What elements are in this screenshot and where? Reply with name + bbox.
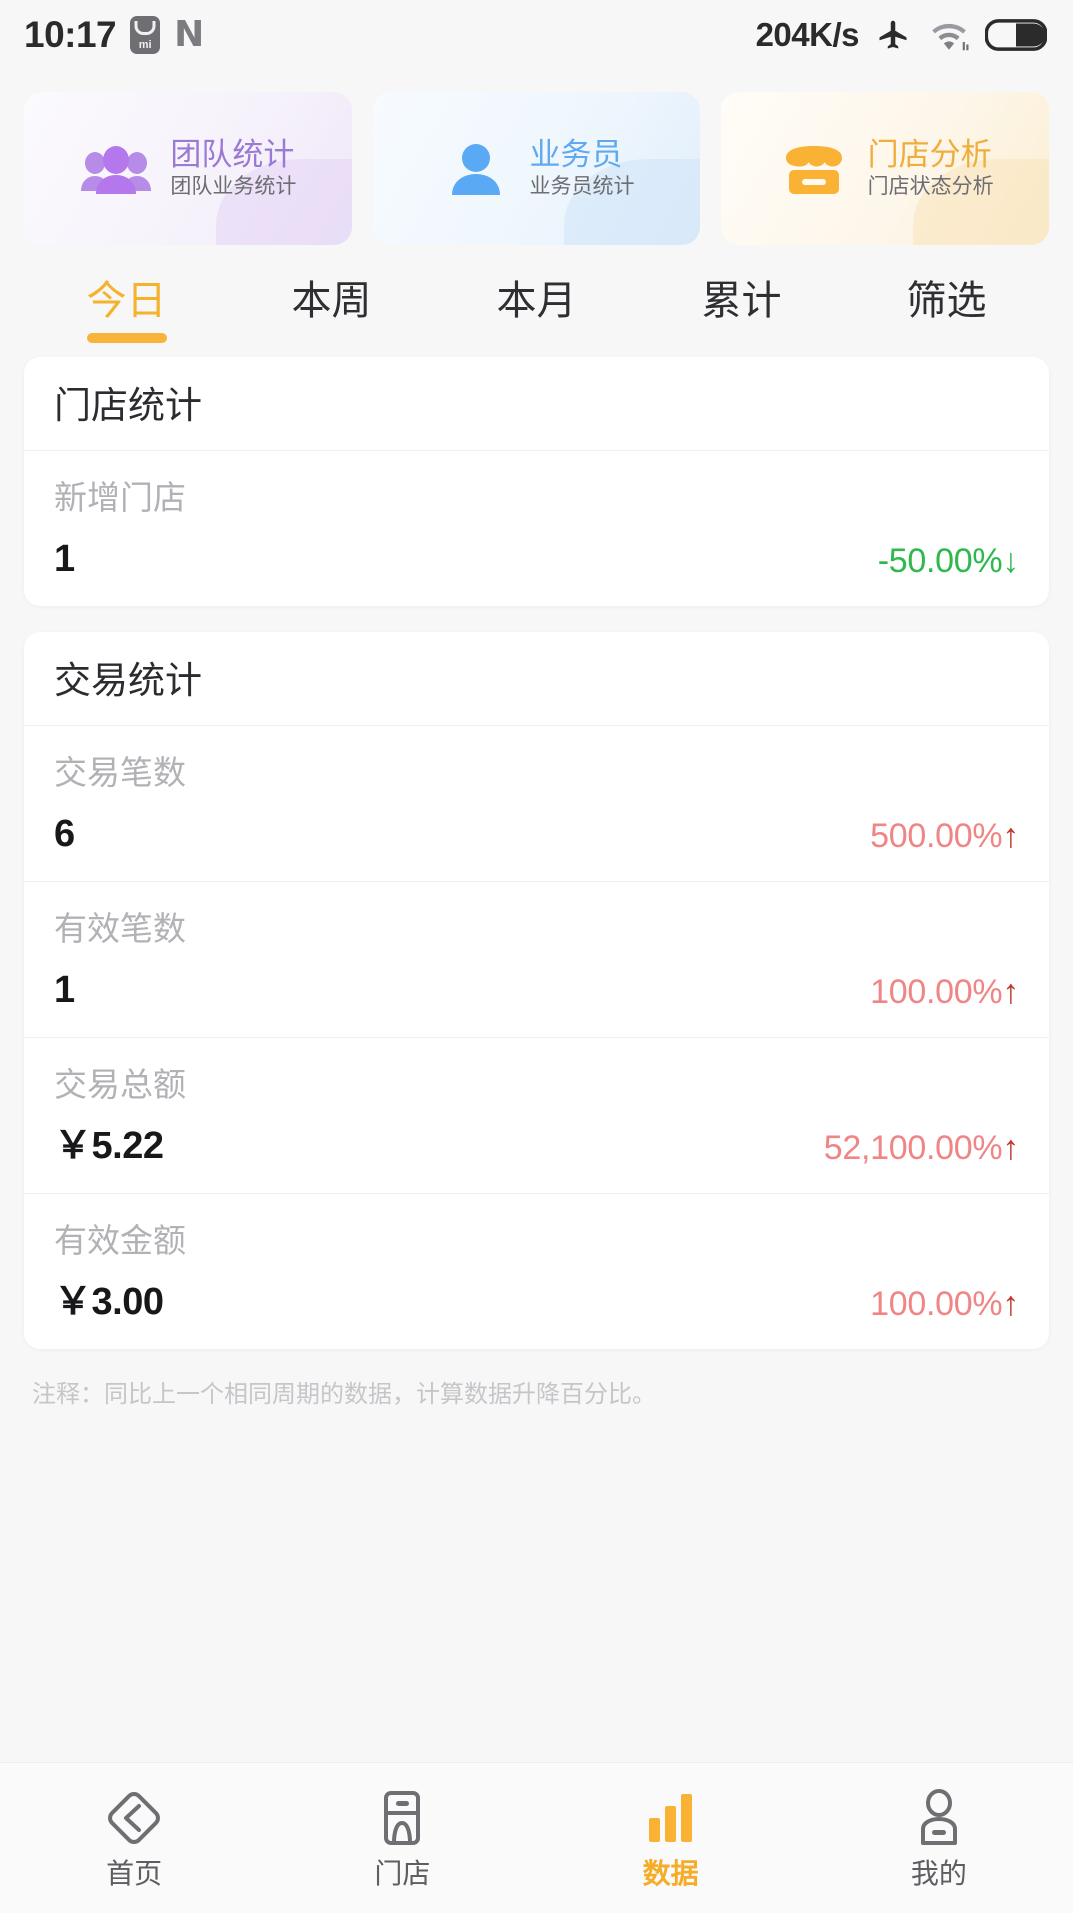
metric-value-row: ￥3.00 100.00%↑ (54, 1283, 1019, 1321)
metric-value: 1 (54, 969, 75, 1011)
metric-delta-text: -50.00% (877, 542, 1003, 580)
tab-filter[interactable]: 筛选 (844, 245, 1049, 357)
tab-label: 累计 (701, 279, 782, 323)
bar-chart-icon (639, 1788, 703, 1848)
metric-delta-text: 52,100.00% (823, 1129, 1003, 1167)
tab-label: 本月 (496, 279, 577, 323)
nav-item-profile[interactable]: 我的 (805, 1763, 1073, 1913)
metric-delta-text: 100.00% (870, 1285, 1003, 1323)
shortcut-title: 团队统计 (170, 137, 295, 173)
period-tab-bar: 今日 本周 本月 累计 筛选 (0, 245, 1073, 357)
airplane-mode-icon (873, 17, 913, 53)
shortcut-subtitle: 团队业务统计 (170, 174, 297, 198)
trend-up-arrow-icon: ↑ (1002, 973, 1019, 1011)
person-icon (439, 137, 513, 201)
metric-value-row: 1 -50.00%↓ (54, 540, 1019, 578)
metric-row-transaction-count[interactable]: 交易笔数 6 500.00%↑ (24, 726, 1049, 882)
trend-down-arrow-icon: ↓ (1002, 542, 1019, 580)
shortcut-card-text: 门店分析 门店状态分析 (868, 139, 994, 198)
bottom-navigation-bar: 首页 门店 数据 我的 (0, 1762, 1073, 1913)
tab-cumulative[interactable]: 累计 (639, 245, 844, 357)
card-header: 交易统计 (24, 632, 1049, 726)
tab-this-month[interactable]: 本月 (434, 245, 639, 357)
metric-delta-text: 500.00% (870, 817, 1003, 855)
shortcut-card-text: 团队统计 团队业务统计 (170, 139, 296, 198)
nfc-n-icon: N (174, 14, 205, 55)
card-title: 交易统计 (54, 660, 202, 701)
tab-label: 本周 (291, 279, 372, 323)
status-bar: 10:17 mi N 204K/s (0, 0, 1073, 70)
metric-delta: 100.00%↑ (870, 1287, 1019, 1321)
card-title: 门店统计 (54, 385, 202, 426)
metric-value-row: 1 100.00%↑ (54, 971, 1019, 1009)
metric-row-new-stores[interactable]: 新增门店 1 -50.00%↓ (24, 451, 1049, 606)
metric-row-valid-amount[interactable]: 有效金额 ￥3.00 100.00%↑ (24, 1194, 1049, 1349)
store-statistics-card: 门店统计 新增门店 1 -50.00%↓ (24, 357, 1049, 606)
footnote-text: 注释：同比上一个相同周期的数据，计算数据升降百分比。 (32, 1381, 656, 1408)
metric-value: 6 (54, 813, 75, 855)
status-bar-left: 10:17 mi N (24, 14, 204, 56)
metric-value-row: 6 500.00%↑ (54, 815, 1019, 853)
metric-value: ￥3.00 (54, 1281, 164, 1323)
nav-label: 门店 (374, 1858, 431, 1889)
metric-value-row: ￥5.22 52,100.00%↑ (54, 1127, 1019, 1165)
nav-label: 数据 (642, 1858, 699, 1889)
metric-value: ￥5.22 (54, 1125, 164, 1167)
metric-value: 1 (54, 538, 75, 580)
shortcut-title: 业务员 (529, 137, 623, 173)
nav-label: 首页 (106, 1858, 163, 1889)
nav-item-home[interactable]: 首页 (0, 1763, 268, 1913)
status-bar-right: 204K/s (756, 16, 1047, 54)
metric-row-total-amount[interactable]: 交易总额 ￥5.22 52,100.00%↑ (24, 1038, 1049, 1194)
transaction-statistics-card: 交易统计 交易笔数 6 500.00%↑ 有效笔数 1 100.00%↑ 交易总… (24, 632, 1049, 1349)
group-people-icon (79, 137, 153, 201)
shortcut-subtitle: 业务员统计 (529, 174, 635, 198)
home-diamond-icon (102, 1788, 166, 1848)
profile-icon (907, 1788, 971, 1848)
metric-label: 新增门店 (54, 479, 186, 516)
mi-badge-text: mi (138, 39, 152, 51)
store-icon (370, 1788, 434, 1848)
tab-label: 筛选 (906, 279, 987, 323)
metric-delta: 100.00%↑ (870, 975, 1019, 1009)
trend-up-arrow-icon: ↑ (1002, 1129, 1019, 1167)
storefront-icon (777, 137, 851, 201)
metric-delta: -50.00%↓ (877, 542, 1020, 580)
wifi-icon (927, 17, 971, 53)
shortcut-card-row: 团队统计 团队业务统计 业务员 业务员统计 门店分析 门店状态分析 (0, 70, 1073, 245)
nav-item-stores[interactable]: 门店 (268, 1763, 536, 1913)
tab-this-week[interactable]: 本周 (229, 245, 434, 357)
trend-up-arrow-icon: ↑ (1002, 817, 1019, 855)
mi-logo-icon: mi (130, 16, 161, 54)
shortcut-card-store-analysis[interactable]: 门店分析 门店状态分析 (721, 92, 1050, 245)
nav-label: 我的 (910, 1858, 967, 1889)
metric-row-valid-count[interactable]: 有效笔数 1 100.00%↑ (24, 882, 1049, 1038)
shortcut-subtitle: 门店状态分析 (867, 174, 994, 198)
metric-delta: 500.00%↑ (870, 819, 1019, 853)
tab-active-indicator (86, 333, 167, 343)
network-speed-text: 204K/s (755, 16, 860, 53)
trend-up-arrow-icon: ↑ (1002, 1285, 1019, 1323)
card-header: 门店统计 (24, 357, 1049, 451)
metric-delta-text: 100.00% (870, 973, 1003, 1011)
battery-icon (985, 18, 1047, 52)
status-time: 10:17 (24, 14, 117, 55)
shortcut-card-team-stats[interactable]: 团队统计 团队业务统计 (24, 92, 352, 245)
metric-label: 有效笔数 (54, 910, 186, 947)
metric-label: 交易笔数 (54, 754, 186, 791)
tab-label: 今日 (86, 279, 167, 323)
shortcut-title: 门店分析 (867, 137, 992, 173)
shortcut-card-salesperson[interactable]: 业务员 业务员统计 (372, 92, 701, 245)
metric-label: 有效金额 (54, 1222, 186, 1259)
shortcut-card-text: 业务员 业务员统计 (530, 139, 635, 198)
metric-label: 交易总额 (54, 1066, 186, 1103)
tab-today[interactable]: 今日 (24, 245, 229, 357)
metric-delta: 52,100.00%↑ (824, 1131, 1019, 1165)
nav-item-data[interactable]: 数据 (537, 1763, 805, 1913)
statistics-scroll-area[interactable]: 门店统计 新增门店 1 -50.00%↓ 交易统计 交易笔数 6 500.00%… (0, 357, 1073, 1762)
